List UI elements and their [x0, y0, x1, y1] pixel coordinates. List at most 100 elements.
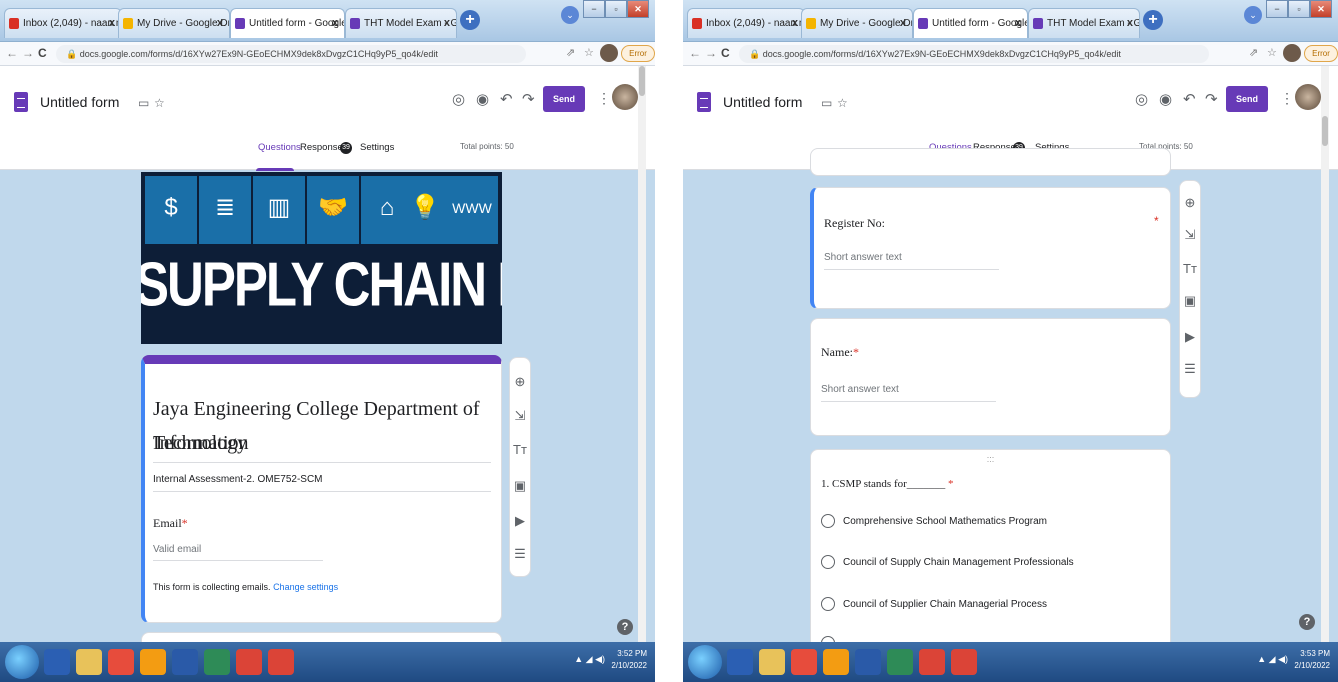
chrome-icon[interactable]	[919, 649, 945, 675]
send-button[interactable]: Send	[1226, 86, 1268, 112]
close-tab-icon[interactable]: x	[444, 17, 450, 29]
ie-icon[interactable]	[44, 649, 70, 675]
new-tab-button[interactable]: +	[1143, 10, 1163, 30]
back-icon[interactable]: ←	[6, 46, 18, 60]
form-description[interactable]: Internal Assessment-2. OME752-SCM	[153, 474, 323, 485]
preview-eye-icon[interactable]: ◉	[1159, 90, 1172, 108]
taskbar-clock[interactable]: 3:52 PM 2/10/2022	[611, 648, 647, 672]
form-title[interactable]: Untitled form	[723, 94, 802, 110]
tab-settings[interactable]: Settings	[360, 142, 394, 153]
minimize-button[interactable]: −	[1266, 0, 1288, 18]
chrome-icon-2[interactable]	[951, 649, 977, 675]
start-button[interactable]	[688, 645, 722, 679]
close-tab-icon[interactable]: x	[900, 17, 906, 29]
undo-icon[interactable]: ↶	[1183, 90, 1196, 108]
close-window-button[interactable]: ✕	[627, 0, 649, 18]
redo-icon[interactable]: ↷	[522, 90, 535, 108]
user-avatar[interactable]	[1295, 84, 1321, 110]
close-tab-icon[interactable]: x	[109, 17, 115, 29]
system-tray-icons[interactable]: ▲ ◢ ◀)	[1257, 654, 1288, 665]
help-icon[interactable]: ?	[617, 619, 633, 635]
radio-button[interactable]	[821, 555, 835, 569]
profile-avatar[interactable]	[1283, 44, 1301, 62]
add-section-icon[interactable]: ☰	[1180, 361, 1200, 377]
tab-gmail[interactable]: Inbox (2,049) - naan.minisree@g x	[4, 8, 122, 38]
add-title-icon[interactable]: Tт	[1180, 261, 1200, 276]
change-settings-link[interactable]: Change settings	[273, 582, 338, 592]
word-icon[interactable]	[855, 649, 881, 675]
add-section-icon[interactable]: ☰	[510, 546, 530, 562]
header-card-bottom[interactable]	[810, 148, 1171, 176]
error-chip[interactable]: Error	[621, 45, 655, 62]
radio-button[interactable]	[821, 514, 835, 528]
drag-handle-icon[interactable]: :::	[811, 454, 1170, 464]
maximize-button[interactable]: ▫	[605, 0, 627, 18]
tab-tht-model-exam[interactable]: THT Model Exam - Google Forms x	[345, 8, 457, 38]
add-image-icon[interactable]: ▣	[510, 478, 530, 494]
error-chip[interactable]: Error	[1304, 45, 1338, 62]
tab-gmail[interactable]: Inbox (2,049) - naan.minisree@g x	[687, 8, 805, 38]
option-label[interactable]: Comprehensive School Mathematics Program	[843, 516, 1047, 527]
opera-icon[interactable]	[108, 649, 134, 675]
url-field[interactable]: 🔒 docs.google.com/forms/d/16XYw27Ex9N-GE…	[739, 45, 1209, 63]
star-icon[interactable]: ☆	[154, 96, 165, 110]
add-question-icon[interactable]: ⊕	[1180, 195, 1200, 211]
close-tab-icon[interactable]: x	[1015, 17, 1021, 29]
question-card-register-no[interactable]: Register No: * Short answer text	[810, 187, 1171, 309]
question-label[interactable]: Name:*	[821, 345, 859, 360]
add-title-icon[interactable]: Tт	[510, 442, 530, 457]
more-options-icon[interactable]: ⋮	[1280, 90, 1294, 107]
palette-icon[interactable]: ◎	[452, 90, 465, 108]
option-label[interactable]: Council of Supplier Chain Managerial Pro…	[843, 599, 1047, 610]
chrome-icon-2[interactable]	[268, 649, 294, 675]
url-field[interactable]: 🔒 docs.google.com/forms/d/16XYw27Ex9N-GE…	[56, 45, 526, 63]
add-image-icon[interactable]: ▣	[1180, 293, 1200, 309]
tab-search-icon[interactable]: ⌄	[1244, 6, 1262, 24]
page-scrollbar[interactable]	[1321, 66, 1329, 642]
share-icon[interactable]: ⇗	[566, 46, 575, 59]
reload-icon[interactable]: C	[38, 46, 47, 60]
page-scrollbar[interactable]	[638, 66, 646, 642]
star-icon[interactable]: ☆	[837, 96, 848, 110]
form-header-card[interactable]: Jaya Engineering College Department of I…	[141, 355, 502, 623]
close-tab-icon[interactable]: x	[792, 17, 798, 29]
close-tab-icon[interactable]: x	[217, 17, 223, 29]
scrollbar-thumb[interactable]	[639, 66, 645, 96]
system-tray-icons[interactable]: ▲ ◢ ◀)	[574, 654, 605, 665]
preview-eye-icon[interactable]: ◉	[476, 90, 489, 108]
media-icon[interactable]	[823, 649, 849, 675]
reload-icon[interactable]: C	[721, 46, 730, 60]
bookmark-star-icon[interactable]: ☆	[584, 46, 594, 59]
add-question-icon[interactable]: ⊕	[510, 374, 530, 390]
share-icon[interactable]: ⇗	[1249, 46, 1258, 59]
tab-untitled-form[interactable]: Untitled form - Google Forms x	[230, 8, 345, 38]
forward-icon[interactable]: →	[705, 46, 717, 60]
taskbar-clock[interactable]: 3:53 PM 2/10/2022	[1294, 648, 1330, 672]
form-title[interactable]: Untitled form	[40, 94, 119, 110]
more-options-icon[interactable]: ⋮	[597, 90, 611, 107]
folder-icon[interactable]: ▭	[821, 96, 832, 110]
add-video-icon[interactable]: ▶	[510, 513, 530, 529]
back-icon[interactable]: ←	[689, 46, 701, 60]
close-window-button[interactable]: ✕	[1310, 0, 1332, 18]
help-icon[interactable]: ?	[1299, 614, 1315, 630]
radio-button[interactable]	[821, 597, 835, 611]
close-tab-icon[interactable]: x	[332, 17, 338, 29]
ie-icon[interactable]	[727, 649, 753, 675]
forward-icon[interactable]: →	[22, 46, 34, 60]
palette-icon[interactable]: ◎	[1135, 90, 1148, 108]
chrome-icon[interactable]	[236, 649, 262, 675]
question-card-csmp[interactable]: ::: 1. CSMP stands for_______ * Comprehe…	[810, 449, 1171, 650]
undo-icon[interactable]: ↶	[500, 90, 513, 108]
opera-icon[interactable]	[791, 649, 817, 675]
import-questions-icon[interactable]: ⇲	[1180, 227, 1200, 243]
question-label[interactable]: 1. CSMP stands for_______ *	[821, 478, 954, 490]
tab-drive[interactable]: My Drive - Google Drive x	[118, 8, 230, 38]
start-button[interactable]	[5, 645, 39, 679]
explorer-icon[interactable]	[759, 649, 785, 675]
word-icon[interactable]	[172, 649, 198, 675]
tab-search-icon[interactable]: ⌄	[561, 6, 579, 24]
question-card-name[interactable]: Name:* Short answer text	[810, 318, 1171, 436]
new-tab-button[interactable]: +	[460, 10, 480, 30]
add-video-icon[interactable]: ▶	[1180, 329, 1200, 345]
